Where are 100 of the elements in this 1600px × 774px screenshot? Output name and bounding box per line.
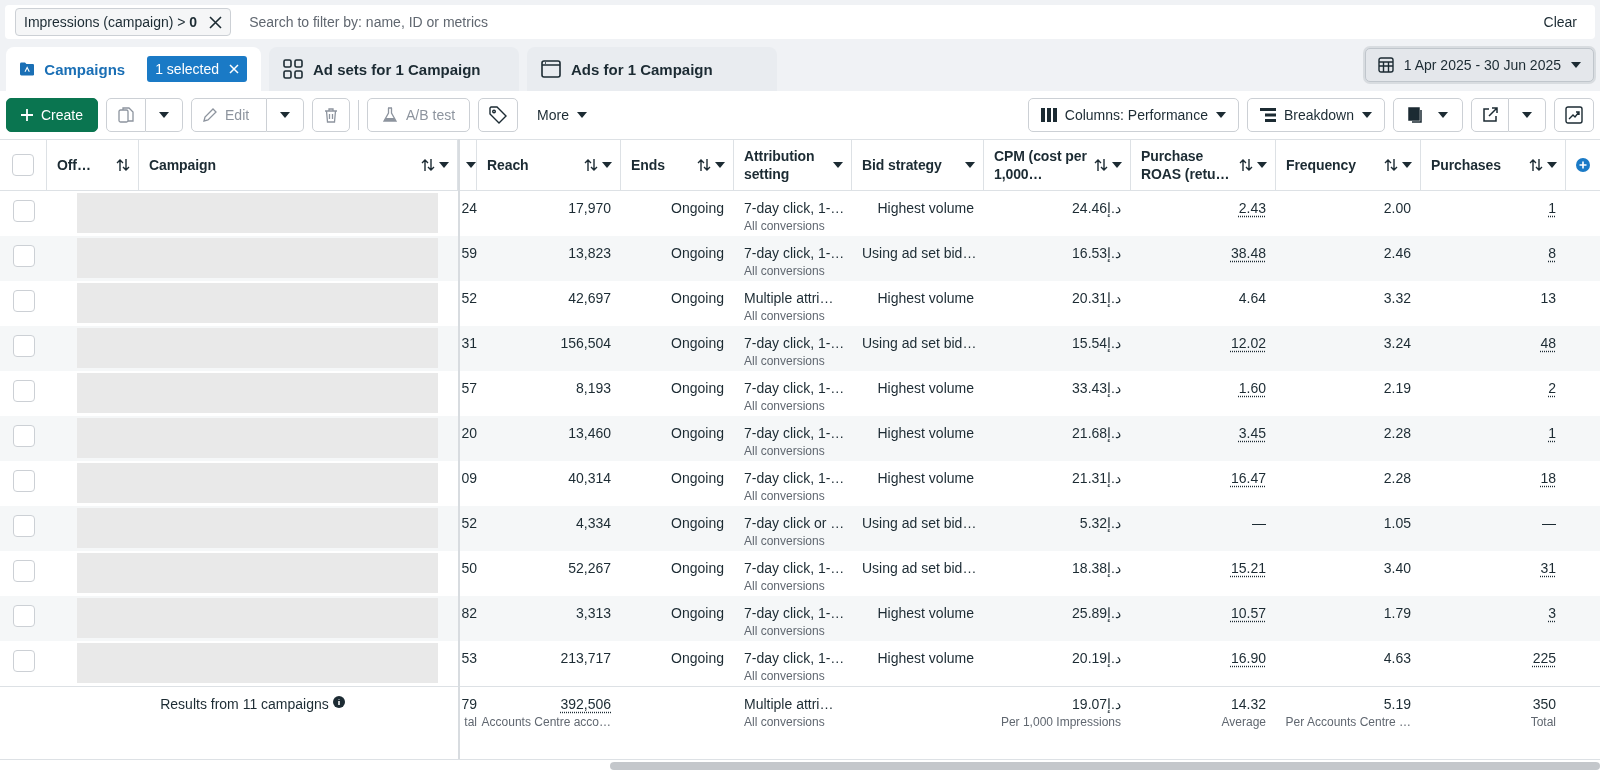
calendar-icon	[1377, 57, 1394, 73]
sort-icon[interactable]	[1384, 158, 1398, 172]
table-cell: 3	[1548, 605, 1556, 621]
sort-icon[interactable]	[116, 158, 130, 172]
dropdown-caret-icon[interactable]	[1257, 162, 1267, 168]
dropdown-caret-icon[interactable]	[833, 162, 843, 168]
checkbox[interactable]	[12, 515, 35, 537]
table-cell: 7-day click, 1-…	[744, 605, 845, 621]
column-header[interactable]: Ends	[631, 156, 693, 174]
dropdown-button[interactable]	[146, 98, 184, 132]
checkbox[interactable]	[12, 154, 34, 176]
dropdown-caret-icon[interactable]	[466, 162, 476, 168]
dropdown-caret-icon[interactable]	[715, 162, 725, 168]
column-header[interactable]: Purchase ROAS (retu…	[1141, 147, 1235, 183]
column-header[interactable]: Frequency	[1286, 156, 1380, 174]
sort-icon[interactable]	[1094, 158, 1108, 172]
column-header[interactable]: Campaign	[149, 156, 417, 174]
table-cell: 16.53د.إ	[1072, 245, 1121, 261]
checkbox[interactable]	[12, 245, 35, 267]
caret-icon	[1571, 62, 1581, 68]
info-icon[interactable]	[332, 696, 345, 708]
breakdown-icon	[1259, 108, 1276, 122]
table-cell: 33.43د.إ	[1072, 380, 1121, 396]
table-cell: 1	[1548, 425, 1556, 441]
table-cell: Ongoing	[671, 425, 724, 441]
table-cell: 59	[461, 245, 477, 261]
sort-icon[interactable]	[697, 158, 711, 172]
dropdown-caret-icon[interactable]	[602, 162, 612, 168]
add-column-icon[interactable]	[1576, 158, 1590, 172]
table-cell: 16.47	[1230, 470, 1266, 486]
sort-icon[interactable]	[1239, 158, 1253, 172]
reports-icon	[1408, 107, 1424, 123]
cell-caption: All conversions	[744, 489, 825, 503]
export-button[interactable]	[1471, 98, 1509, 132]
dropdown-button[interactable]	[1509, 98, 1546, 132]
close-icon[interactable]	[209, 15, 223, 29]
table-cell: —	[1252, 515, 1266, 531]
chart-button[interactable]	[1554, 98, 1594, 132]
caret-icon	[1215, 112, 1226, 118]
filter-bar[interactable]: Impressions (campaign) > 0 Search to filter by: name, ID or metrics Clear	[5, 5, 1595, 39]
summary-value: 14.32	[1230, 696, 1266, 712]
clear-button[interactable]: Clear	[1537, 13, 1583, 31]
checkbox[interactable]	[12, 335, 35, 357]
table-cell: Highest volume	[877, 200, 974, 216]
table-cell: Using ad set bid…	[862, 245, 977, 261]
column-header[interactable]: Reach	[487, 156, 580, 174]
cell-caption: All conversions	[744, 399, 825, 413]
table-cell: 13	[1540, 290, 1556, 306]
column-header[interactable]: Off…	[57, 156, 112, 174]
table-cell: 225	[1532, 650, 1556, 666]
table-cell: 7-day click, 1-…	[744, 650, 845, 666]
sort-icon[interactable]	[584, 158, 598, 172]
filter-chip[interactable]: Impressions (campaign) > 0	[15, 8, 232, 36]
dropdown-caret-icon[interactable]	[1402, 162, 1412, 168]
export-icon	[1482, 107, 1498, 123]
checkbox[interactable]	[12, 560, 35, 582]
sort-icon[interactable]	[421, 158, 435, 172]
checkbox[interactable]	[12, 200, 35, 222]
reports-button[interactable]	[1393, 98, 1463, 132]
table-cell: 31	[461, 335, 477, 351]
table-cell: 5.32د.إ	[1079, 515, 1121, 531]
scrollbar-thumb[interactable]	[610, 762, 1600, 770]
checkbox[interactable]	[12, 425, 35, 447]
dropdown-caret-icon[interactable]	[1547, 162, 1557, 168]
date-range-picker[interactable]: 1 Apr 2025 - 30 Jun 2025	[1364, 48, 1594, 82]
column-header[interactable]: CPM (cost per 1,000…	[994, 147, 1090, 183]
table-cell: 2.00	[1383, 200, 1411, 216]
tab[interactable]: Ad sets for 1 Campaign	[269, 47, 519, 91]
column-header[interactable]: Purchases	[1431, 156, 1525, 174]
columns-button[interactable]: Columns: Performance	[1027, 98, 1239, 132]
table-cell: Ongoing	[671, 470, 724, 486]
create-button[interactable]: Create	[6, 98, 99, 132]
caret-icon	[1438, 112, 1448, 118]
dropdown-caret-icon[interactable]	[1112, 162, 1122, 168]
trend-chart-icon	[1565, 106, 1583, 124]
checkbox[interactable]	[12, 470, 35, 492]
table-cell: 24	[461, 200, 477, 216]
breakdown-button[interactable]: Breakdown	[1246, 98, 1385, 132]
table-cell: Highest volume	[877, 605, 974, 621]
table-cell: 15.54د.إ	[1072, 335, 1121, 351]
selection-badge[interactable]: 1 selected	[147, 56, 247, 82]
trash-icon	[323, 107, 340, 123]
checkbox[interactable]	[12, 605, 35, 627]
dropdown-button[interactable]	[267, 98, 305, 132]
dropdown-caret-icon[interactable]	[965, 162, 975, 168]
checkbox[interactable]	[12, 380, 35, 402]
sort-icon[interactable]	[1529, 158, 1543, 172]
table-cell: Highest volume	[877, 290, 974, 306]
table-cell: 31	[1540, 560, 1556, 576]
cell-caption: All conversions	[744, 669, 825, 683]
column-header[interactable]: Attribution setting	[744, 147, 829, 183]
tab[interactable]: Ads for 1 Campaign	[527, 47, 777, 91]
tab[interactable]: Campaigns 1 selected	[6, 47, 261, 91]
tag-button[interactable]	[478, 98, 519, 132]
cell-caption: All conversions	[744, 264, 825, 278]
checkbox[interactable]	[12, 650, 35, 672]
cell-caption: All conversions	[744, 219, 825, 233]
dropdown-caret-icon[interactable]	[439, 162, 449, 168]
checkbox[interactable]	[12, 290, 35, 312]
column-header[interactable]: Bid strategy	[862, 156, 961, 174]
